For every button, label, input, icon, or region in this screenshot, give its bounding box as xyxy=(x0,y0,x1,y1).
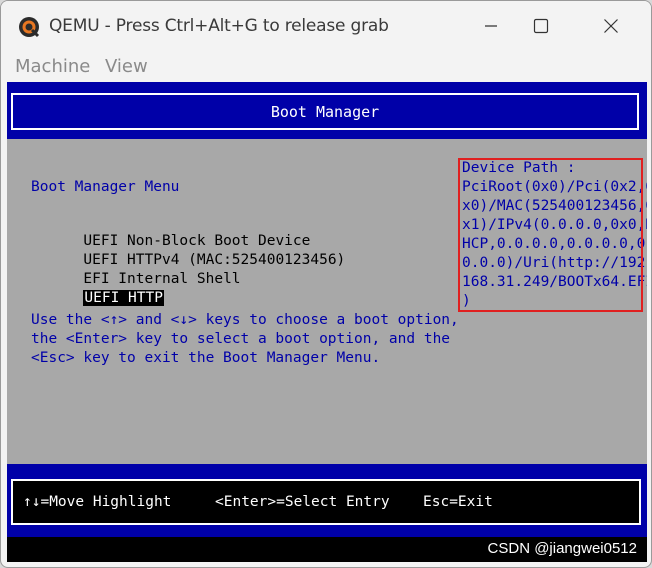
menu-machine[interactable]: Machine xyxy=(15,56,90,77)
maximize-icon xyxy=(533,18,549,34)
menu-bar: Machine View xyxy=(1,51,651,81)
help-line-3: <Esc> key to exit the Boot Manager Menu. xyxy=(31,350,381,366)
header-frame: Boot Manager xyxy=(11,93,639,130)
minimize-button[interactable] xyxy=(468,1,514,51)
bottom-strip: CSDN @jiangwei0512 xyxy=(7,537,647,562)
window-title: QEMU - Press Ctrl+Alt+G to release grab xyxy=(49,16,389,36)
close-button[interactable] xyxy=(588,1,634,51)
header-title: Boot Manager xyxy=(270,103,380,121)
close-icon xyxy=(604,19,618,33)
footer-frame: ↑↓=Move Highlight <Enter>=Select Entry E… xyxy=(11,479,641,525)
menu-view[interactable]: View xyxy=(105,56,148,77)
device-path-annotation-box xyxy=(458,158,643,312)
minimize-icon xyxy=(485,25,497,27)
menu-heading: Boot Manager Menu xyxy=(31,179,180,195)
footer-move-hint: ↑↓=Move Highlight xyxy=(23,494,172,510)
footer-exit-hint: Esc=Exit xyxy=(423,494,493,510)
help-line-2: the <Enter> key to select a boot option,… xyxy=(31,331,451,347)
maximize-button[interactable] xyxy=(518,1,564,51)
qemu-window: QEMU - Press Ctrl+Alt+G to release grab … xyxy=(0,0,652,568)
help-line-1: Use the <↑> and <↓> keys to choose a boo… xyxy=(31,312,459,328)
footer-select-hint: <Enter>=Select Entry xyxy=(215,494,390,510)
boot-manager-header: Boot Manager xyxy=(7,82,647,139)
boot-option-label-selected: UEFI HTTP xyxy=(83,290,164,306)
watermark: CSDN @jiangwei0512 xyxy=(487,540,637,557)
qemu-logo-icon xyxy=(19,17,40,38)
title-bar[interactable]: QEMU - Press Ctrl+Alt+G to release grab xyxy=(1,1,651,51)
footer-bar: ↑↓=Move Highlight <Enter>=Select Entry E… xyxy=(7,464,647,537)
vm-display[interactable]: Boot Manager Boot Manager Menu UEFI Non-… xyxy=(7,82,647,562)
